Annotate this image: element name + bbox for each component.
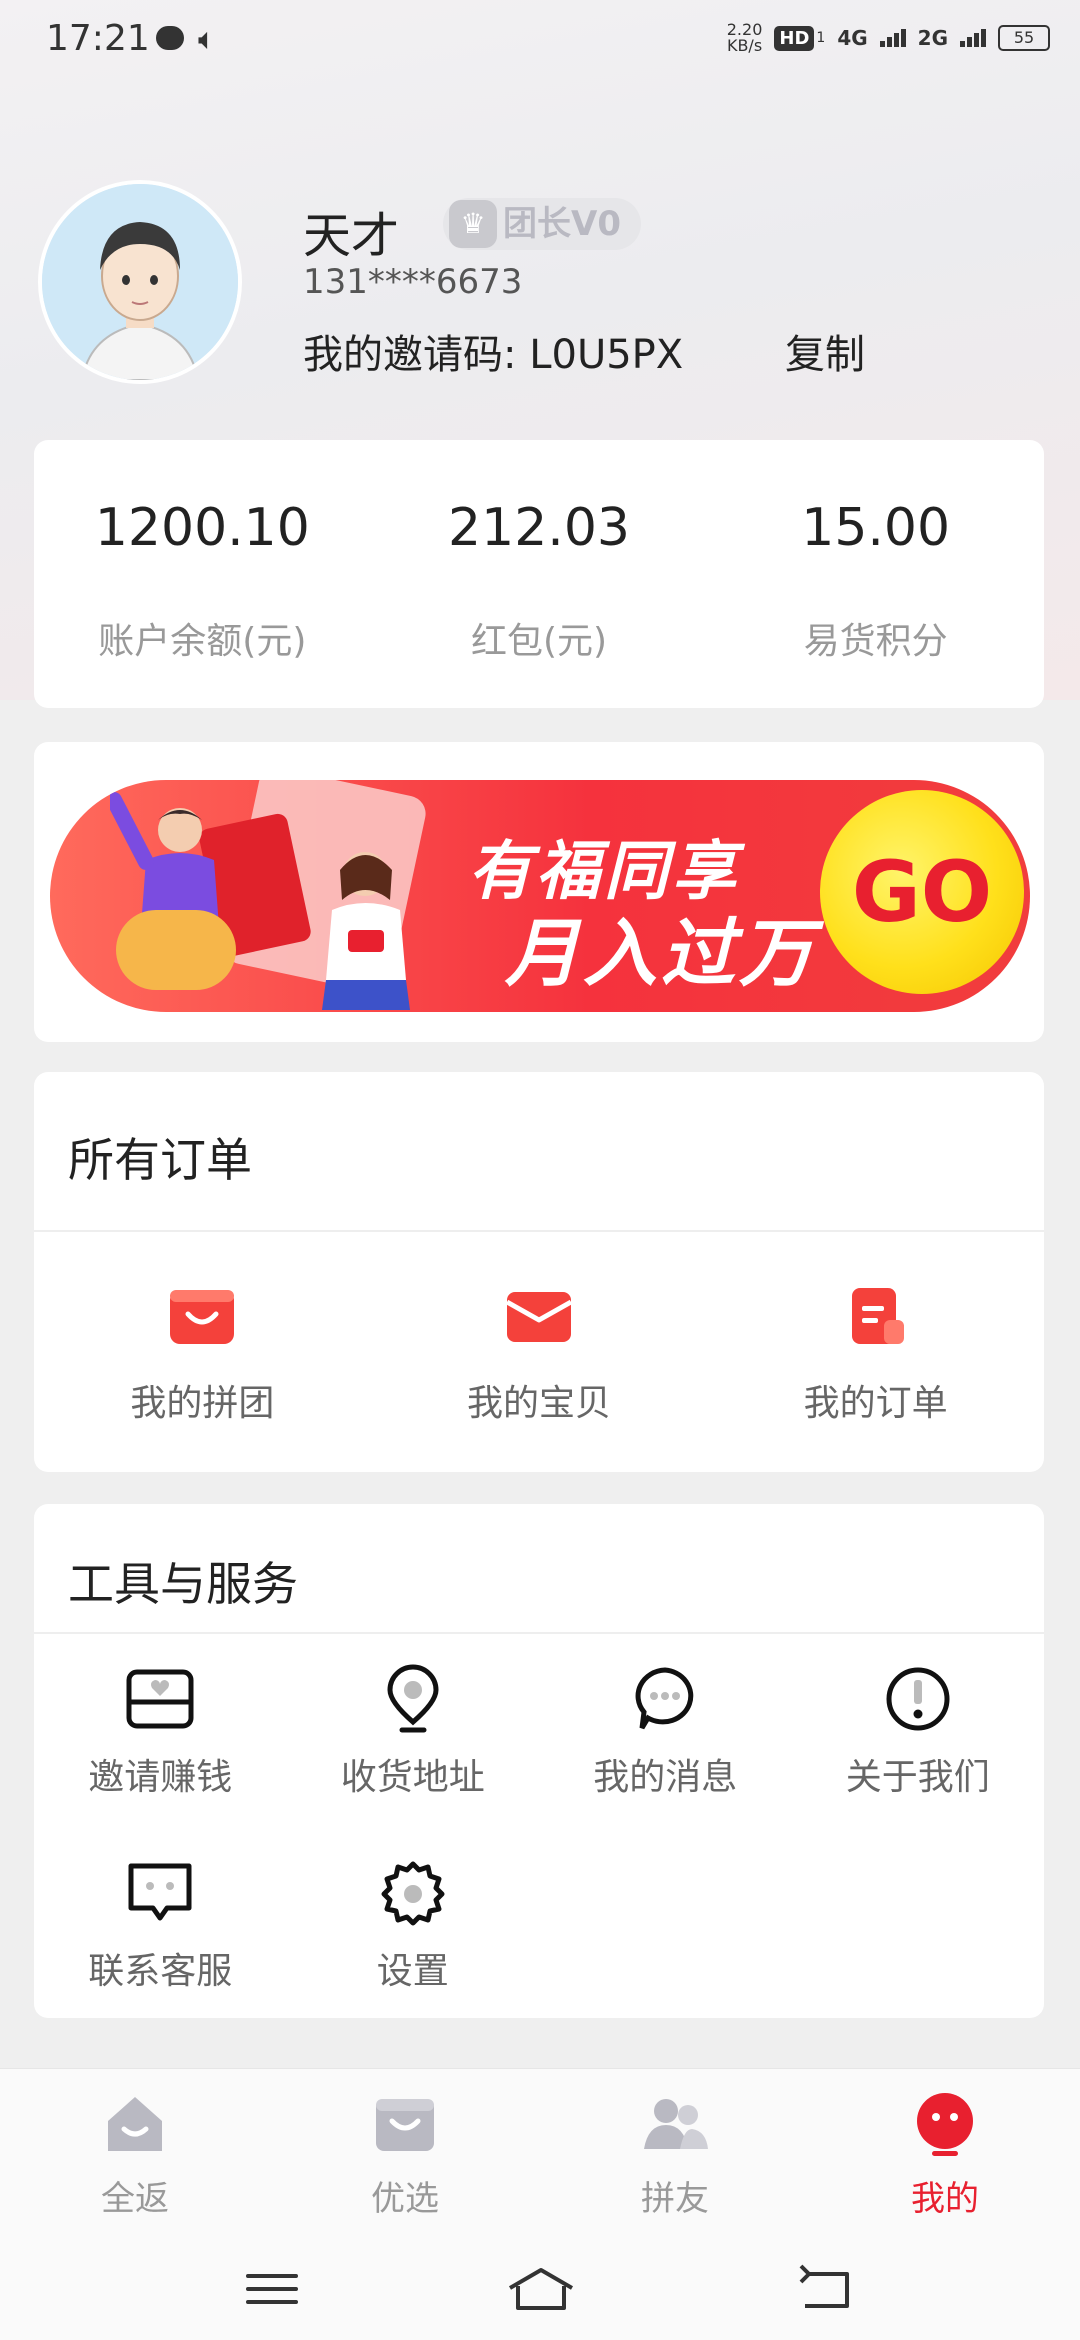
tool-label: 关于我们	[845, 1757, 990, 1798]
invite-code-value: L0U5PX	[529, 332, 684, 378]
orders-item-label: 我的宝贝	[467, 1383, 612, 1424]
invite-code-label: 我的邀请码:	[303, 332, 517, 378]
stat-label: 易货积分	[803, 621, 948, 662]
group-buy-bag-icon	[170, 1290, 235, 1344]
tool-label: 邀请赚钱	[88, 1757, 233, 1798]
level-badge-label: 团长V0	[503, 204, 621, 244]
invite-envelope-icon	[126, 1669, 194, 1729]
nav-item-wode[interactable]: 我的	[810, 2069, 1080, 2239]
tools-section: 工具与服务 邀请赚钱 收货地址 我的消息 关于我们 联系客服 设置	[34, 1504, 1044, 2018]
section-title: 工具与服务	[68, 1557, 298, 1611]
user-name: 天才	[303, 208, 400, 264]
avatar[interactable]	[38, 180, 242, 384]
order-list-icon	[851, 1288, 904, 1344]
tool-label: 联系客服	[88, 1951, 233, 1992]
orders-section: 所有订单 我的拼团 我的宝贝 我的订单	[34, 1072, 1044, 1472]
mute-icon: 🔈︎	[198, 22, 216, 57]
stat-value: 15.00	[801, 498, 951, 558]
level-badge: ♛ 团长V0	[443, 198, 641, 250]
orders-item-group-buy[interactable]: 我的拼团	[34, 1234, 371, 1434]
nav-item-pinyou[interactable]: 拼友	[540, 2069, 810, 2239]
stat-barter-points[interactable]: 15.00 易货积分	[707, 440, 1044, 708]
divider	[34, 1230, 1044, 1232]
section-title: 所有订单	[68, 1133, 252, 1187]
orders-item-label: 我的拼团	[130, 1383, 275, 1424]
network-2g-label: 2G	[917, 26, 948, 50]
tool-label: 收货地址	[340, 1757, 485, 1798]
promo-banner[interactable]: 有福同享 月入过万 GO	[50, 780, 1030, 1012]
back-icon[interactable]	[795, 2264, 855, 2314]
home-icon	[108, 2097, 162, 2151]
stat-account-balance[interactable]: 1200.10 账户余额(元)	[34, 440, 371, 708]
system-nav-bar	[0, 2238, 1080, 2340]
stat-red-packet[interactable]: 212.03 红包(元)	[371, 440, 708, 708]
nav-item-label: 我的	[911, 2179, 979, 2219]
info-exclamation-icon	[886, 1667, 950, 1731]
banner-subheadline: 月入过万	[505, 911, 817, 997]
settings-gear-icon	[381, 1861, 445, 1926]
balance-card: 1200.10 账户余额(元) 212.03 红包(元) 15.00 易货积分	[34, 440, 1044, 708]
bottom-nav: 全返 优选 拼友 我的	[0, 2068, 1080, 2239]
customer-service-icon	[128, 1863, 192, 1921]
battery-icon: 55	[998, 25, 1050, 51]
stat-value: 212.03	[448, 498, 630, 558]
chat-notification-icon	[156, 26, 184, 50]
coins-illustration	[116, 910, 236, 990]
nav-item-label: 拼友	[641, 2179, 709, 2219]
status-time: 17:21	[46, 18, 150, 59]
network-speed-unit: KB/s	[726, 36, 763, 55]
orders-item-treasure[interactable]: 我的宝贝	[371, 1234, 708, 1434]
hd-icon: HD	[774, 25, 815, 51]
invite-code-row: 我的邀请码: L0U5PX	[303, 322, 683, 380]
nav-item-youxuan[interactable]: 优选	[270, 2069, 540, 2239]
profile-face-icon	[917, 2093, 973, 2156]
tool-about[interactable]: 关于我们	[792, 1632, 1045, 1822]
sim-slot-label: 1	[816, 30, 826, 46]
home-button-icon[interactable]	[506, 2264, 576, 2314]
tools-row-2: 联系客服 设置	[34, 1826, 1044, 2016]
promo-banner-card: 有福同享 月入过万 GO	[34, 742, 1044, 1042]
stat-value: 1200.10	[94, 498, 310, 558]
signal-4g-icon	[879, 29, 906, 47]
status-indicators: 2.20 KB/s HD 1 4G 2G 55	[727, 22, 1050, 54]
tool-invite[interactable]: 邀请赚钱	[34, 1632, 287, 1822]
nav-item-label: 全返	[101, 2179, 169, 2219]
location-pin-icon	[387, 1664, 439, 1733]
orders-item-orders[interactable]: 我的订单	[707, 1234, 1044, 1434]
stat-label: 红包(元)	[470, 621, 608, 662]
tool-label: 我的消息	[593, 1757, 738, 1798]
go-button[interactable]: GO	[820, 790, 1024, 994]
shopping-bag-icon	[376, 2099, 434, 2151]
person-illustration	[322, 852, 410, 1010]
tool-label: 设置	[376, 1951, 449, 1992]
network-speed: 2.20 KB/s	[727, 22, 763, 54]
tool-address[interactable]: 收货地址	[287, 1632, 540, 1822]
stat-label: 账户余额(元)	[98, 621, 307, 662]
phone-number: 131****6673	[303, 262, 523, 302]
tool-customer-service[interactable]: 联系客服	[34, 1826, 287, 2016]
treasure-box-icon	[505, 1292, 573, 1342]
friends-icon	[644, 2099, 708, 2149]
orders-grid: 我的拼团 我的宝贝 我的订单	[34, 1234, 1044, 1434]
nav-item-label: 优选	[371, 2179, 439, 2219]
avatar-illustration	[42, 184, 238, 380]
nav-item-quanfan[interactable]: 全返	[0, 2069, 270, 2239]
tools-row-1: 邀请赚钱 收货地址 我的消息 关于我们	[34, 1632, 1044, 1822]
tool-settings[interactable]: 设置	[287, 1826, 540, 2016]
menu-icon[interactable]	[242, 2264, 302, 2314]
copy-invite-button[interactable]: 复制	[785, 322, 865, 380]
message-bubble-icon	[635, 1667, 694, 1730]
orders-item-label: 我的订单	[803, 1383, 948, 1424]
signal-2g-icon	[960, 29, 986, 47]
network-4g-label: 4G	[837, 26, 868, 50]
tool-messages[interactable]: 我的消息	[539, 1632, 792, 1822]
status-bar: 17:21 🔈︎ 2.20 KB/s HD 1 4G 2G 55	[0, 0, 1080, 82]
crown-icon: ♛	[449, 200, 497, 248]
